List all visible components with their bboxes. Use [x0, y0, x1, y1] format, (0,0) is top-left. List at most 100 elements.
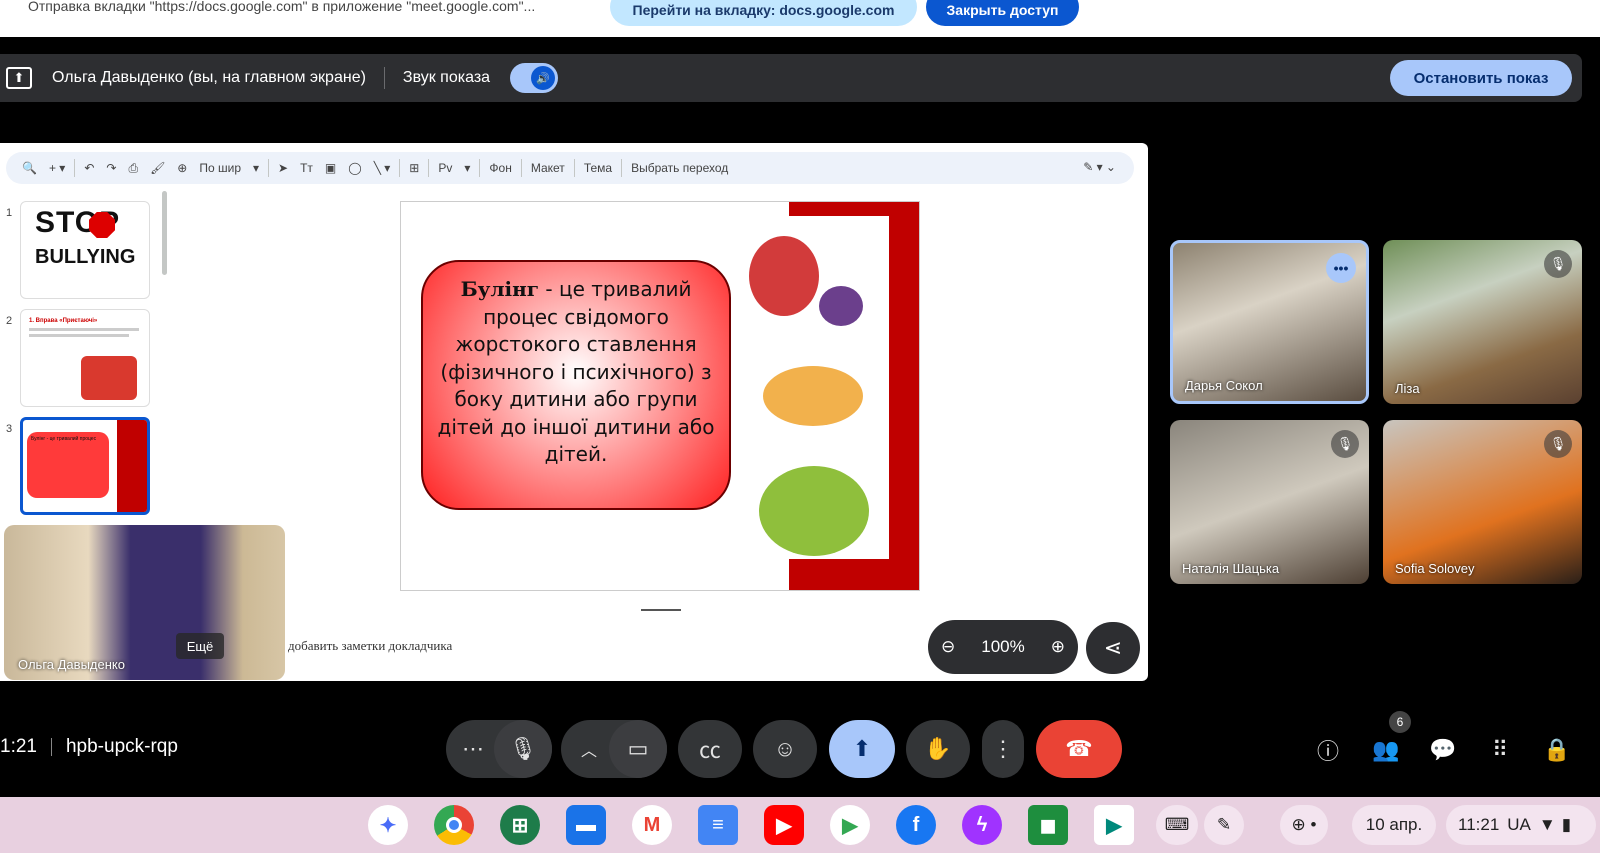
- divider: [479, 159, 481, 177]
- language-indicator: UA: [1507, 815, 1531, 834]
- thumbnail-slide-2[interactable]: 1. Вправа «Приєтаючі»: [20, 309, 150, 407]
- font-size-select[interactable]: Рv: [438, 161, 452, 175]
- status-dot-icon[interactable]: ⊕ •: [1280, 805, 1328, 845]
- thumbnail-slide-1[interactable]: STOP BULLYING: [20, 201, 150, 299]
- search-icon[interactable]: 🔍: [22, 161, 37, 175]
- stop-presenting-button[interactable]: Остановить показ: [1390, 60, 1572, 96]
- divider: [399, 159, 401, 177]
- more-audio-icon[interactable]: ⋯: [462, 736, 484, 762]
- host-controls-icon[interactable]: 🔒: [1537, 732, 1577, 768]
- zoom-fit-select[interactable]: По шир: [199, 161, 241, 175]
- zoom-dropdown-icon[interactable]: ▾: [253, 161, 259, 175]
- image-icon[interactable]: ▣: [325, 161, 336, 175]
- paint-format-icon[interactable]: 🖌: [150, 161, 165, 175]
- more-button[interactable]: Ещё: [176, 633, 224, 659]
- date-button[interactable]: 10 апр.: [1352, 805, 1436, 845]
- zoom-out-icon[interactable]: ⊖: [941, 637, 955, 657]
- new-slide-icon[interactable]: + ▾: [49, 161, 65, 175]
- wifi-icon: ▼: [1538, 815, 1556, 834]
- thumb-subtitle: BULLYING: [35, 246, 136, 268]
- speaker-notes[interactable]: ы добавить заметки докладчика: [276, 638, 452, 654]
- speaker-icon: 🔊: [531, 66, 556, 90]
- present-icon[interactable]: ⬆: [829, 720, 895, 778]
- people-icon[interactable]: 👥: [1366, 732, 1406, 768]
- thumb-text: Булінг - це тривалий процес: [27, 432, 109, 498]
- sharing-infobar: Отправка вкладки "https://docs.google.co…: [0, 0, 1600, 37]
- participant-name: Наталія Шацька: [1182, 561, 1280, 576]
- comment-icon[interactable]: ⊞: [409, 161, 419, 175]
- camera-icon[interactable]: ▭: [609, 720, 667, 778]
- pen-dropdown-icon[interactable]: ✎ ▾ ⌄: [1083, 160, 1116, 174]
- print-icon[interactable]: ⎙: [128, 161, 138, 176]
- close-access-button[interactable]: Закрыть доступ: [926, 0, 1079, 26]
- thumbnail-slide-3[interactable]: Булінг - це тривалий процес: [20, 417, 150, 515]
- play-store-icon[interactable]: ▶: [830, 805, 870, 845]
- info-icon[interactable]: ⓘ: [1308, 732, 1348, 768]
- files-icon[interactable]: ▬: [566, 805, 606, 845]
- activities-icon[interactable]: ⠿: [1480, 732, 1520, 768]
- apps-icon[interactable]: ⊞: [500, 805, 540, 845]
- gmail-icon[interactable]: M: [632, 805, 672, 845]
- share-icon[interactable]: ⋖: [1086, 622, 1140, 674]
- definition-text: - це тривалий процес свідомого жорстоког…: [437, 277, 715, 466]
- chrome-icon[interactable]: [434, 805, 474, 845]
- theme-button[interactable]: Тема: [584, 161, 612, 175]
- notes-resize-handle[interactable]: [641, 609, 681, 611]
- chevron-up-icon[interactable]: ︿: [581, 737, 597, 761]
- font-size-dropdown-icon[interactable]: ▾: [464, 161, 470, 175]
- select-cursor-icon[interactable]: ➤: [278, 161, 288, 175]
- divider: [573, 159, 575, 177]
- zoom-in-icon[interactable]: ⊕: [1051, 637, 1065, 657]
- bully-cartoon: [749, 236, 819, 316]
- thumbnail-scrollbar[interactable]: [162, 191, 167, 275]
- keyboard-icon[interactable]: ⌨: [1156, 805, 1198, 845]
- end-call-icon[interactable]: ☎: [1036, 720, 1122, 778]
- zoom-icon[interactable]: ⊕: [177, 161, 187, 175]
- chat-icon[interactable]: 💬: [1423, 732, 1463, 768]
- definition-term: Булінг: [460, 277, 540, 301]
- status-area[interactable]: 11:21 UA ▼ ▮: [1446, 805, 1596, 845]
- docs-icon[interactable]: ≡: [698, 805, 738, 845]
- emoji-icon[interactable]: ☺: [753, 720, 817, 778]
- undo-icon[interactable]: ↶: [84, 161, 94, 175]
- video-control-group: ︿ ▭: [561, 720, 667, 778]
- zoom-control: ⊖ 100% ⊕: [928, 620, 1078, 674]
- messenger-icon[interactable]: ϟ: [962, 805, 1002, 845]
- self-view-tile[interactable]: Ольга Давыденко Ещё: [4, 525, 285, 680]
- zoom-level: 100%: [981, 637, 1025, 656]
- more-options-icon[interactable]: ⋮: [982, 720, 1024, 778]
- participant-tile[interactable]: ••• Дарья Сокол: [1170, 240, 1369, 404]
- more-options-icon[interactable]: •••: [1326, 253, 1356, 283]
- meeting-info: 1:21 hpb-upck-rqp: [0, 736, 178, 758]
- slide-canvas[interactable]: Булінг - це тривалий процес свідомого жо…: [400, 201, 920, 591]
- presenter-label: Ольга Давыденко (вы, на главном экране): [52, 69, 366, 86]
- victim-cartoon: [819, 286, 863, 326]
- background-button[interactable]: Фон: [489, 161, 511, 175]
- meet-icon[interactable]: ▶: [1094, 805, 1134, 845]
- thumb-number: 2: [6, 315, 13, 327]
- presenting-bar: ⬆ Ольга Давыденко (вы, на главном экране…: [0, 54, 1582, 102]
- transition-button[interactable]: Выбрать переход: [631, 161, 728, 175]
- text-box-icon[interactable]: Tт: [300, 161, 313, 175]
- participant-name: Sofia Solovey: [1395, 561, 1475, 576]
- shape-icon[interactable]: ◯: [348, 161, 361, 175]
- gemini-icon[interactable]: ✦: [368, 805, 408, 845]
- layout-button[interactable]: Макет: [531, 161, 565, 175]
- stylus-icon[interactable]: ✎: [1204, 805, 1244, 845]
- classroom-icon[interactable]: ◼: [1028, 805, 1068, 845]
- participant-tile[interactable]: 🎙 Sofia Solovey: [1383, 420, 1582, 584]
- captions-icon[interactable]: ㏄: [678, 720, 742, 778]
- participant-tile[interactable]: 🎙 Ліза: [1383, 240, 1582, 404]
- thumb-line: [29, 334, 129, 337]
- youtube-icon[interactable]: ▶: [764, 805, 804, 845]
- redo-icon[interactable]: ↷: [106, 161, 116, 175]
- goto-tab-button[interactable]: Перейти на вкладку: docs.google.com: [610, 0, 917, 26]
- participant-tile[interactable]: 🎙 Наталія Шацька: [1170, 420, 1369, 584]
- sound-toggle[interactable]: 🔊: [510, 63, 559, 93]
- facebook-icon[interactable]: f: [896, 805, 936, 845]
- line-icon[interactable]: ╲ ▾: [374, 161, 391, 175]
- microphone-icon[interactable]: 🎙: [494, 720, 552, 778]
- raise-hand-icon[interactable]: ✋: [906, 720, 970, 778]
- audio-control-group: ⋯ 🎙: [446, 720, 552, 778]
- people-count-badge: 6: [1389, 711, 1411, 733]
